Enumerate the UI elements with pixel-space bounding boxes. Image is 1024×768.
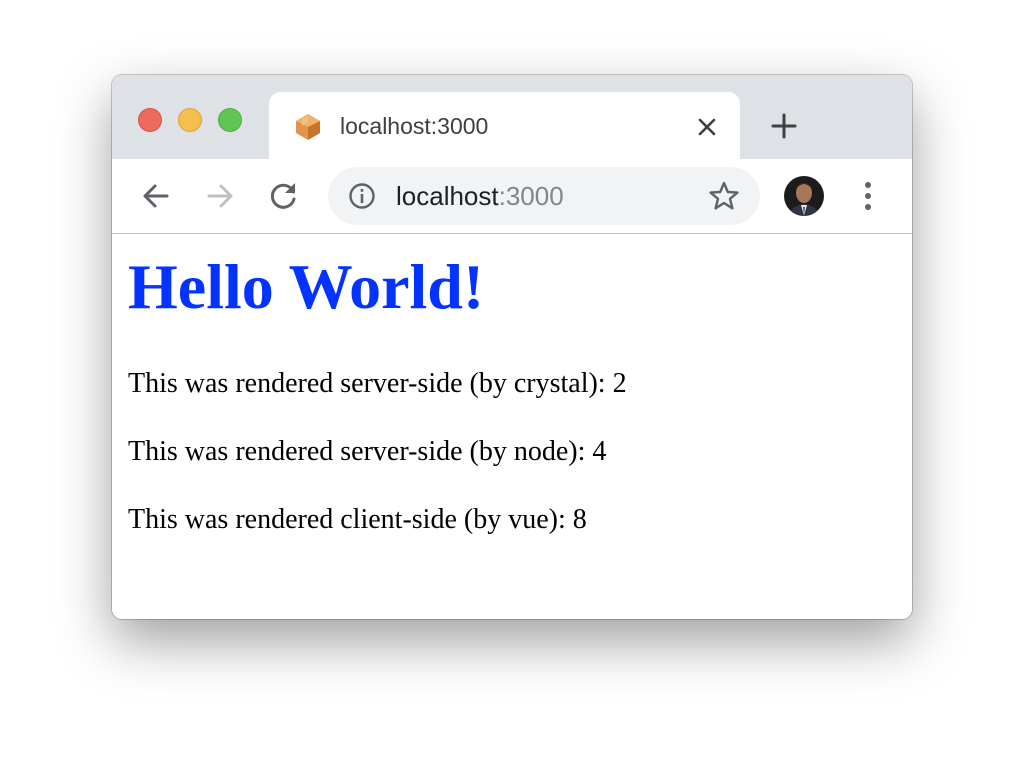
- minimize-window-button[interactable]: [178, 108, 202, 132]
- reload-icon[interactable]: [267, 179, 301, 213]
- crystal-render-line: This was rendered server-side (by crysta…: [128, 368, 627, 399]
- node-render-line: This was rendered server-side (by node):…: [128, 436, 607, 467]
- active-tab[interactable]: localhost:3000: [269, 92, 740, 162]
- forward-arrow-icon[interactable]: [203, 179, 237, 213]
- tab-title: localhost:3000: [340, 113, 489, 139]
- url-host: localhost: [396, 181, 499, 211]
- close-icon[interactable]: [694, 114, 720, 140]
- star-icon[interactable]: [708, 180, 740, 212]
- vue-render-line: This was rendered client-side (by vue): …: [128, 504, 587, 535]
- more-vert-icon[interactable]: [854, 179, 882, 213]
- browser-window: localhost:3000 localhost:3000 Hello Worl…: [112, 75, 912, 619]
- new-tab-button[interactable]: [769, 111, 799, 141]
- avatar[interactable]: [784, 176, 824, 216]
- info-icon[interactable]: [348, 182, 376, 210]
- toolbar: localhost:3000: [112, 159, 912, 234]
- url-port: :3000: [498, 181, 564, 211]
- page-content: Hello World! This was rendered server-si…: [112, 234, 912, 619]
- close-window-button[interactable]: [138, 108, 162, 132]
- tab-strip: localhost:3000: [112, 75, 912, 162]
- page-heading: Hello World!: [128, 251, 485, 322]
- address-bar[interactable]: localhost:3000: [328, 167, 760, 225]
- maximize-window-button[interactable]: [218, 108, 242, 132]
- url-text[interactable]: localhost:3000: [396, 181, 564, 211]
- back-arrow-icon[interactable]: [139, 179, 173, 213]
- profile-avatar-icon: [784, 176, 824, 216]
- crystal-icon: [296, 114, 320, 140]
